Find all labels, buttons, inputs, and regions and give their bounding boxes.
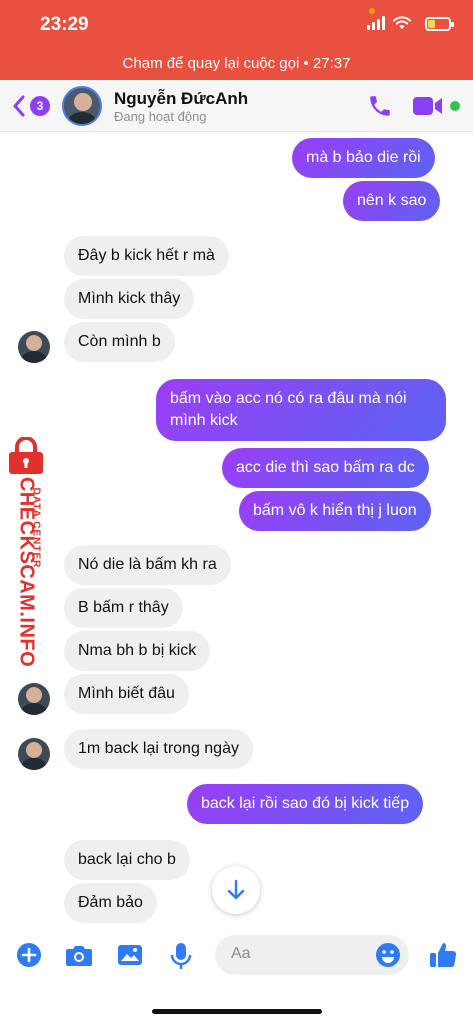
emoji-icon — [376, 943, 400, 967]
message-input-container[interactable] — [215, 935, 409, 975]
online-indicator — [450, 101, 460, 111]
message-bubble-outgoing[interactable]: mà b bảo die rồi — [292, 138, 435, 178]
back-chevron-icon — [13, 95, 25, 117]
call-banner[interactable]: 23:29 Chạm để quay lại cuộc gọi • 27:37 — [0, 0, 473, 80]
message-bubble-outgoing[interactable]: back lại rồi sao đó bị kick tiếp — [187, 784, 424, 824]
like-button[interactable] — [428, 940, 458, 975]
back-button[interactable] — [12, 95, 26, 122]
unread-badge: 3 — [30, 96, 50, 116]
plus-icon — [17, 943, 41, 967]
message-bubble-incoming[interactable]: Đây b kick hết r mà — [64, 236, 229, 276]
message-line: mình kick — [170, 412, 238, 429]
gallery-button[interactable] — [117, 942, 143, 973]
message-input[interactable] — [231, 945, 371, 963]
system-icons — [367, 16, 411, 30]
mic-in-use-indicator — [369, 8, 375, 14]
emoji-button[interactable] — [375, 942, 401, 973]
message-bubble-incoming[interactable]: Mình kick thây — [64, 279, 195, 319]
signal-icon — [367, 16, 385, 30]
video-icon — [413, 97, 442, 115]
battery-icon — [425, 17, 454, 31]
contact-avatar[interactable] — [62, 86, 102, 126]
camera-button[interactable] — [65, 942, 93, 973]
message-bubble-outgoing[interactable]: bấm vô k hiển thị j luon — [239, 491, 431, 531]
voice-call-button[interactable] — [367, 93, 393, 124]
message-bubble-incoming[interactable]: Nó die là bấm kh ra — [64, 545, 231, 585]
message-bubble-incoming[interactable]: back lại cho b — [64, 840, 190, 880]
arrow-down-icon — [227, 879, 245, 900]
contact-avatar-small[interactable] — [18, 683, 50, 715]
image-icon — [118, 945, 142, 965]
video-call-button[interactable] — [412, 95, 444, 122]
message-bubble-incoming[interactable]: 1m back lại trong ngày — [64, 729, 253, 769]
contact-status: Đang hoạt động — [114, 109, 207, 124]
contact-avatar-small[interactable] — [18, 738, 50, 770]
message-bubble-outgoing[interactable]: nên k sao — [343, 181, 441, 221]
chat-header: 3 Nguyễn ĐứcAnh Đang hoạt động — [0, 80, 473, 132]
contact-avatar-small[interactable] — [18, 331, 50, 363]
status-time: 23:29 — [40, 14, 89, 35]
wifi-icon — [393, 16, 411, 29]
lock-icon — [9, 437, 43, 474]
plus-button[interactable] — [16, 942, 42, 973]
thumbs-up-icon — [430, 943, 457, 967]
phone-icon — [370, 96, 390, 116]
message-bubble-outgoing[interactable]: acc die thì sao bấm ra dc — [222, 448, 429, 488]
scroll-to-bottom-button[interactable] — [212, 866, 260, 914]
contact-name[interactable]: Nguyễn ĐứcAnh — [114, 89, 248, 109]
voice-message-button[interactable] — [170, 942, 192, 975]
message-bubble-outgoing[interactable]: bấm vào acc nó có ra đâu mà nói mình kic… — [156, 379, 446, 441]
message-bubble-incoming[interactable]: Đảm bảo — [64, 883, 157, 923]
microphone-icon — [170, 943, 192, 969]
return-to-call-text[interactable]: Chạm để quay lại cuộc gọi • 27:37 — [0, 55, 473, 72]
message-bubble-incoming[interactable]: Còn mình b — [64, 322, 175, 362]
message-bubble-incoming[interactable]: Nma bh b bị kick — [64, 631, 211, 671]
home-indicator — [152, 1009, 322, 1014]
composer-bar — [0, 930, 473, 1024]
camera-icon — [66, 946, 92, 966]
message-bubble-incoming[interactable]: B bấm r thây — [64, 588, 183, 628]
message-bubble-incoming[interactable]: Mình biết đâu — [64, 674, 189, 714]
watermark-sub-text: DATA CENTER — [30, 487, 42, 569]
message-line: bấm vào acc nó có ra đâu mà nói — [170, 390, 407, 407]
